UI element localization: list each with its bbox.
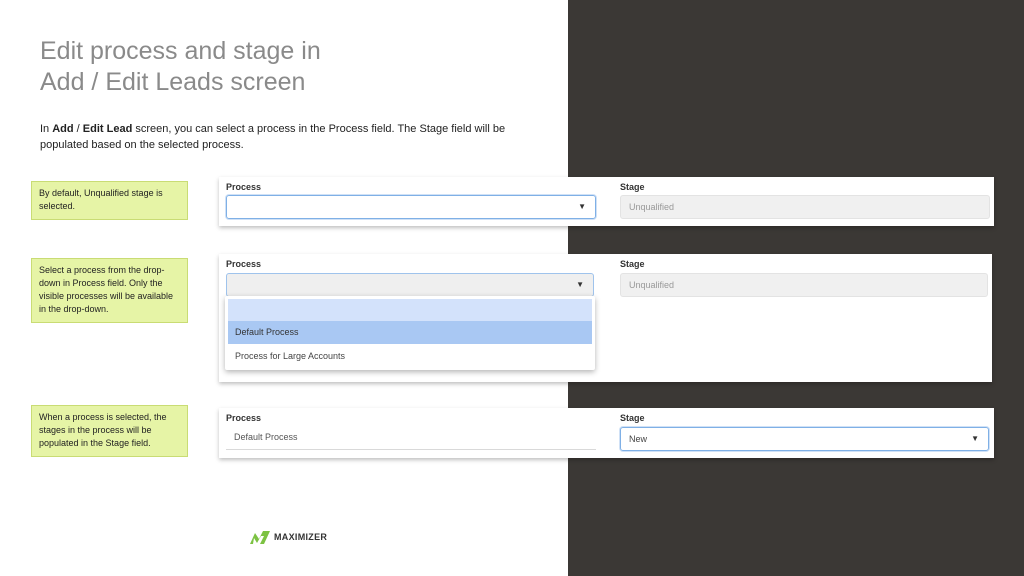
stage-value-3: New [629,434,648,444]
intro-text: In Add / Edit Lead screen, you can selec… [40,121,550,153]
process-field-3[interactable]: Default Process [226,426,596,450]
chevron-down-icon: ▼ [971,434,979,443]
process-dropdown-list: Default Process Process for Large Accoun… [225,296,595,370]
stage-select-3[interactable]: New ▼ [620,427,989,451]
process-label-1: Process [226,182,262,192]
process-value-3: Default Process [234,432,298,442]
callout-default-stage: By default, Unqualified stage is selecte… [31,181,188,220]
process-select-1[interactable]: ▼ [226,195,596,219]
process-label-3: Process [226,413,262,423]
intro-edit-lead: Edit Lead [82,123,133,135]
process-select-2[interactable]: ▼ [226,273,594,297]
chevron-down-icon: ▼ [576,280,584,289]
callout-stages-populated: When a process is selected, the stages i… [31,405,188,457]
stage-value-2: Unqualified [629,280,675,290]
stage-field-2: Unqualified [620,273,988,297]
stage-field-1: Unqualified [620,195,990,219]
maximizer-mark-icon [250,531,270,544]
intro-sep: / [73,123,83,135]
title-line-1: Edit process and stage in [40,37,321,65]
stage-label-3: Stage [620,413,645,423]
intro-prefix: In [40,123,53,135]
stage-value-1: Unqualified [629,202,675,212]
process-label-2: Process [226,259,262,269]
stage-label-2: Stage [620,259,645,269]
intro-add: Add [52,123,74,135]
title-line-2: Add / Edit Leads screen [40,68,306,96]
stage-label-1: Stage [620,182,645,192]
maximizer-logo: MAXIMIZER [250,529,327,545]
callout-select-process: Select a process from the drop-down in P… [31,258,188,323]
dropdown-option-default-process[interactable]: Default Process [228,321,592,344]
slide-title: Edit process and stage in Add / Edit Lea… [40,36,540,98]
dropdown-option-large-accounts[interactable]: Process for Large Accounts [228,345,592,367]
dropdown-option-blank[interactable] [228,299,592,321]
chevron-down-icon: ▼ [578,202,586,211]
logo-text: MAXIMIZER [274,532,328,542]
